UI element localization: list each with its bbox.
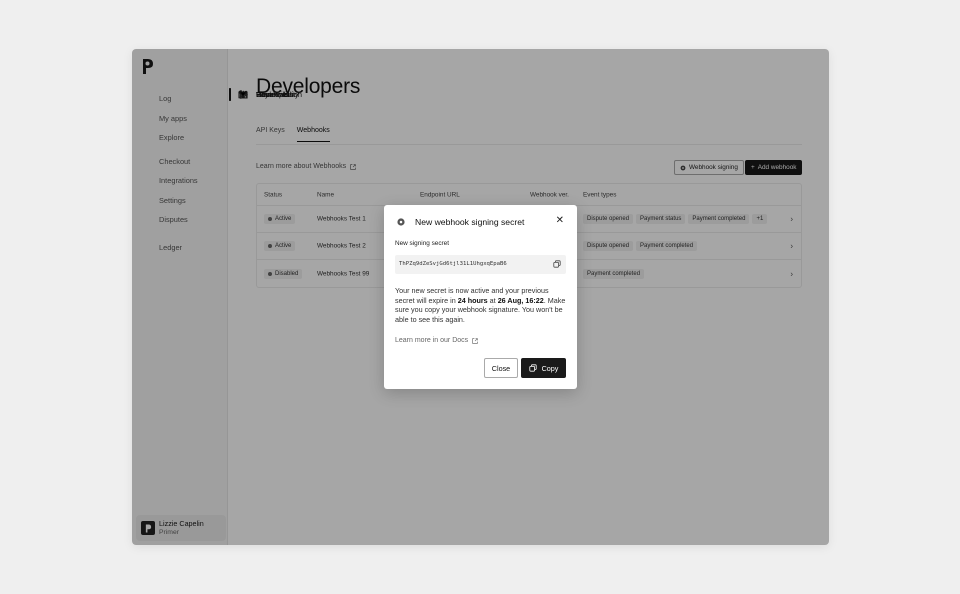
close-icon[interactable]: ✕ — [556, 216, 564, 226]
signing-secret-modal: New webhook signing secret ✕ New signing… — [384, 205, 577, 389]
message-expiry-duration: 24 hours — [457, 295, 488, 305]
copy-button[interactable]: Copy — [521, 358, 566, 378]
secret-field[interactable]: ThPZq9dZeSvjGd6tjl31L1UhgxqEpaB6 — [395, 255, 566, 274]
modal-title: New webhook signing secret — [415, 217, 525, 227]
copy-icon — [529, 364, 537, 372]
secret-value: ThPZq9dZeSvjGd6tjl31L1UhgxqEpaB6 — [399, 261, 507, 267]
copy-icon[interactable] — [553, 260, 561, 268]
secret-label: New signing secret — [395, 240, 449, 247]
message-part-2: at — [487, 295, 498, 305]
external-link-icon — [472, 337, 478, 344]
close-button[interactable]: Close — [484, 358, 518, 378]
docs-link-label: Learn more in our Docs — [395, 337, 469, 344]
gear-icon — [397, 218, 405, 226]
message-expiry-time: 26 Aug, 16:22 — [497, 295, 544, 305]
docs-link[interactable]: Learn more in our Docs — [395, 337, 478, 344]
modal-message: Your new secret is now active and your p… — [395, 286, 567, 324]
copy-label: Copy — [541, 363, 559, 373]
